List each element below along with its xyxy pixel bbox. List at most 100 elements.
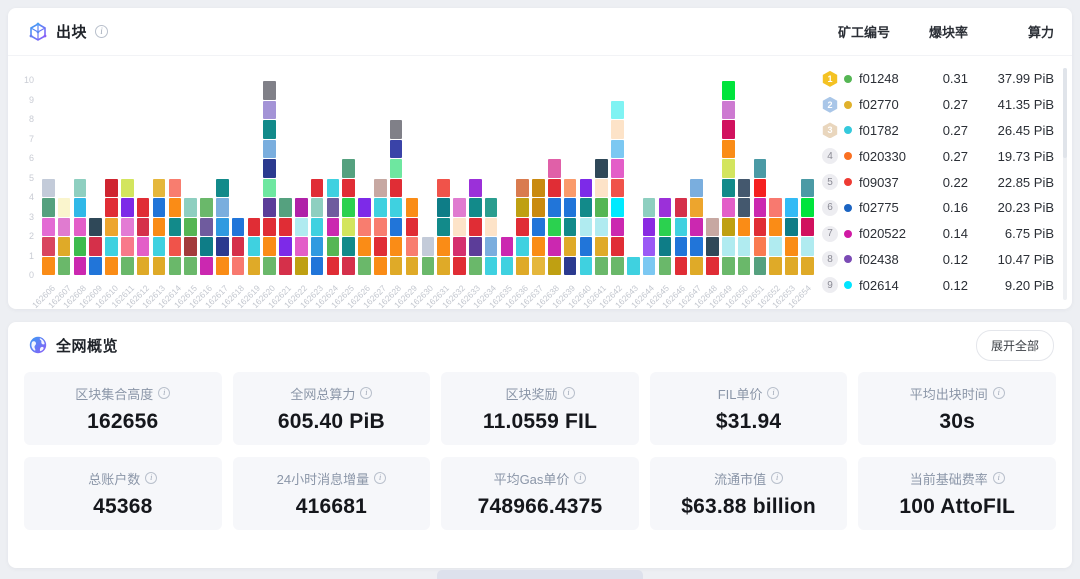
stacked-bar[interactable]: [437, 178, 450, 276]
stacked-bar[interactable]: [200, 197, 213, 275]
stacked-bar[interactable]: [358, 197, 371, 275]
stacked-bar[interactable]: [611, 100, 624, 276]
info-icon[interactable]: i: [145, 472, 157, 484]
miner-id[interactable]: f01248: [859, 71, 910, 86]
bar-segment: [469, 257, 482, 276]
stacked-bar[interactable]: [769, 197, 782, 275]
miner-row[interactable]: 5f090370.2222.85 PiB: [822, 169, 1054, 195]
stacked-bar[interactable]: [263, 80, 276, 275]
bar-segment: [659, 257, 672, 276]
stacked-bar[interactable]: [422, 236, 435, 275]
info-icon[interactable]: i: [574, 472, 586, 484]
stacked-bar[interactable]: [74, 178, 87, 276]
stacked-bar[interactable]: [659, 197, 672, 275]
bar-segment: [74, 237, 87, 256]
stacked-bar[interactable]: [516, 178, 529, 276]
miner-id[interactable]: f020330: [859, 149, 910, 164]
stacked-bar[interactable]: [58, 197, 71, 275]
miner-id[interactable]: f09037: [859, 175, 910, 190]
stacked-bar[interactable]: [311, 178, 324, 276]
stacked-bar[interactable]: [643, 197, 656, 275]
stacked-bar[interactable]: [627, 256, 640, 276]
stacked-bar[interactable]: [327, 178, 340, 276]
miner-id[interactable]: f02438: [859, 252, 910, 267]
bar-segment: [690, 198, 703, 217]
stacked-bar[interactable]: [548, 158, 561, 275]
miner-id[interactable]: f02775: [859, 200, 910, 215]
miner-row[interactable]: 8f024380.1210.47 PiB: [822, 247, 1054, 273]
stacked-bar[interactable]: [706, 217, 719, 276]
stacked-bar[interactable]: [469, 178, 482, 276]
stacked-bar[interactable]: [690, 178, 703, 276]
stacked-bar[interactable]: [248, 217, 261, 276]
stacked-bar[interactable]: [390, 119, 403, 275]
scrollbar-thumb[interactable]: [1063, 68, 1067, 158]
miner-row[interactable]: 9f026140.129.20 PiB: [822, 272, 1054, 298]
stacked-bar[interactable]: [580, 178, 593, 276]
info-icon[interactable]: i: [993, 472, 1005, 484]
miner-block-rate: 0.31: [910, 71, 968, 86]
stacked-bar[interactable]: [216, 178, 229, 276]
block-panel-title: 出块: [56, 21, 87, 42]
bar-segment: [279, 198, 292, 217]
stacked-bar[interactable]: [675, 197, 688, 275]
stacked-bar[interactable]: [42, 178, 55, 276]
stacked-bar[interactable]: [232, 217, 245, 276]
miner-power: 41.35 PiB: [968, 97, 1054, 112]
stacked-bar[interactable]: [342, 158, 355, 275]
info-icon[interactable]: i: [563, 387, 575, 399]
bar-segment: [469, 198, 482, 217]
info-icon[interactable]: i: [374, 472, 386, 484]
bar-segment: [184, 257, 197, 276]
rank-badge: 1: [822, 71, 838, 87]
block-info-icon[interactable]: i: [95, 25, 108, 38]
stacked-bar[interactable]: [564, 178, 577, 276]
stacked-bar[interactable]: [374, 178, 387, 276]
info-icon[interactable]: i: [771, 472, 783, 484]
stacked-bar[interactable]: [153, 178, 166, 276]
stacked-bar[interactable]: [137, 197, 150, 275]
stacked-bar[interactable]: [801, 178, 814, 276]
info-icon[interactable]: i: [993, 387, 1005, 399]
stacked-bar[interactable]: [785, 197, 798, 275]
info-icon[interactable]: i: [767, 387, 779, 399]
stacked-bar[interactable]: [406, 197, 419, 275]
miner-row[interactable]: 4f0203300.2719.73 PiB: [822, 143, 1054, 169]
stacked-bar[interactable]: [279, 197, 292, 275]
stacked-bar[interactable]: [184, 197, 197, 275]
expand-all-button[interactable]: 展开全部: [976, 330, 1054, 361]
miner-list-scrollbar[interactable]: [1063, 68, 1067, 300]
bar-segment: [738, 218, 751, 237]
stacked-bar[interactable]: [121, 178, 134, 276]
stacked-bar[interactable]: [89, 217, 102, 276]
miner-row[interactable]: 2f027700.2741.35 PiB: [822, 92, 1054, 118]
bar-segment: [232, 218, 245, 237]
miner-row[interactable]: 1f012480.3137.99 PiB: [822, 66, 1054, 92]
miner-id[interactable]: f02614: [859, 278, 910, 293]
stacked-bar[interactable]: [722, 80, 735, 275]
miner-table: 1f012480.3137.99 PiB2f027700.2741.35 PiB…: [822, 66, 1054, 298]
miner-id[interactable]: f01782: [859, 123, 910, 138]
stacked-bar[interactable]: [595, 158, 608, 275]
stacked-bar[interactable]: [738, 178, 751, 276]
info-icon[interactable]: i: [158, 387, 170, 399]
stacked-bar[interactable]: [295, 197, 308, 275]
miner-row[interactable]: 6f027750.1620.23 PiB: [822, 195, 1054, 221]
info-icon[interactable]: i: [360, 387, 372, 399]
stacked-bar[interactable]: [105, 178, 118, 276]
miner-row[interactable]: 7f0205220.146.75 PiB: [822, 221, 1054, 247]
stacked-bar[interactable]: [453, 197, 466, 275]
miner-id[interactable]: f02770: [859, 97, 910, 112]
stacked-bar[interactable]: [169, 178, 182, 276]
bar-segment: [216, 237, 229, 256]
stacked-bar[interactable]: [532, 178, 545, 276]
stat-card-label-row: 24小时消息增量i: [277, 469, 386, 488]
bar-segment: [58, 218, 71, 237]
miner-id[interactable]: f020522: [859, 226, 910, 241]
miner-row[interactable]: 3f017820.2726.45 PiB: [822, 118, 1054, 144]
stacked-bar[interactable]: [485, 197, 498, 275]
stacked-bar[interactable]: [501, 236, 514, 275]
bar-segment: [769, 257, 782, 276]
stacked-bar[interactable]: [754, 158, 767, 275]
bar-segment: [74, 257, 87, 276]
